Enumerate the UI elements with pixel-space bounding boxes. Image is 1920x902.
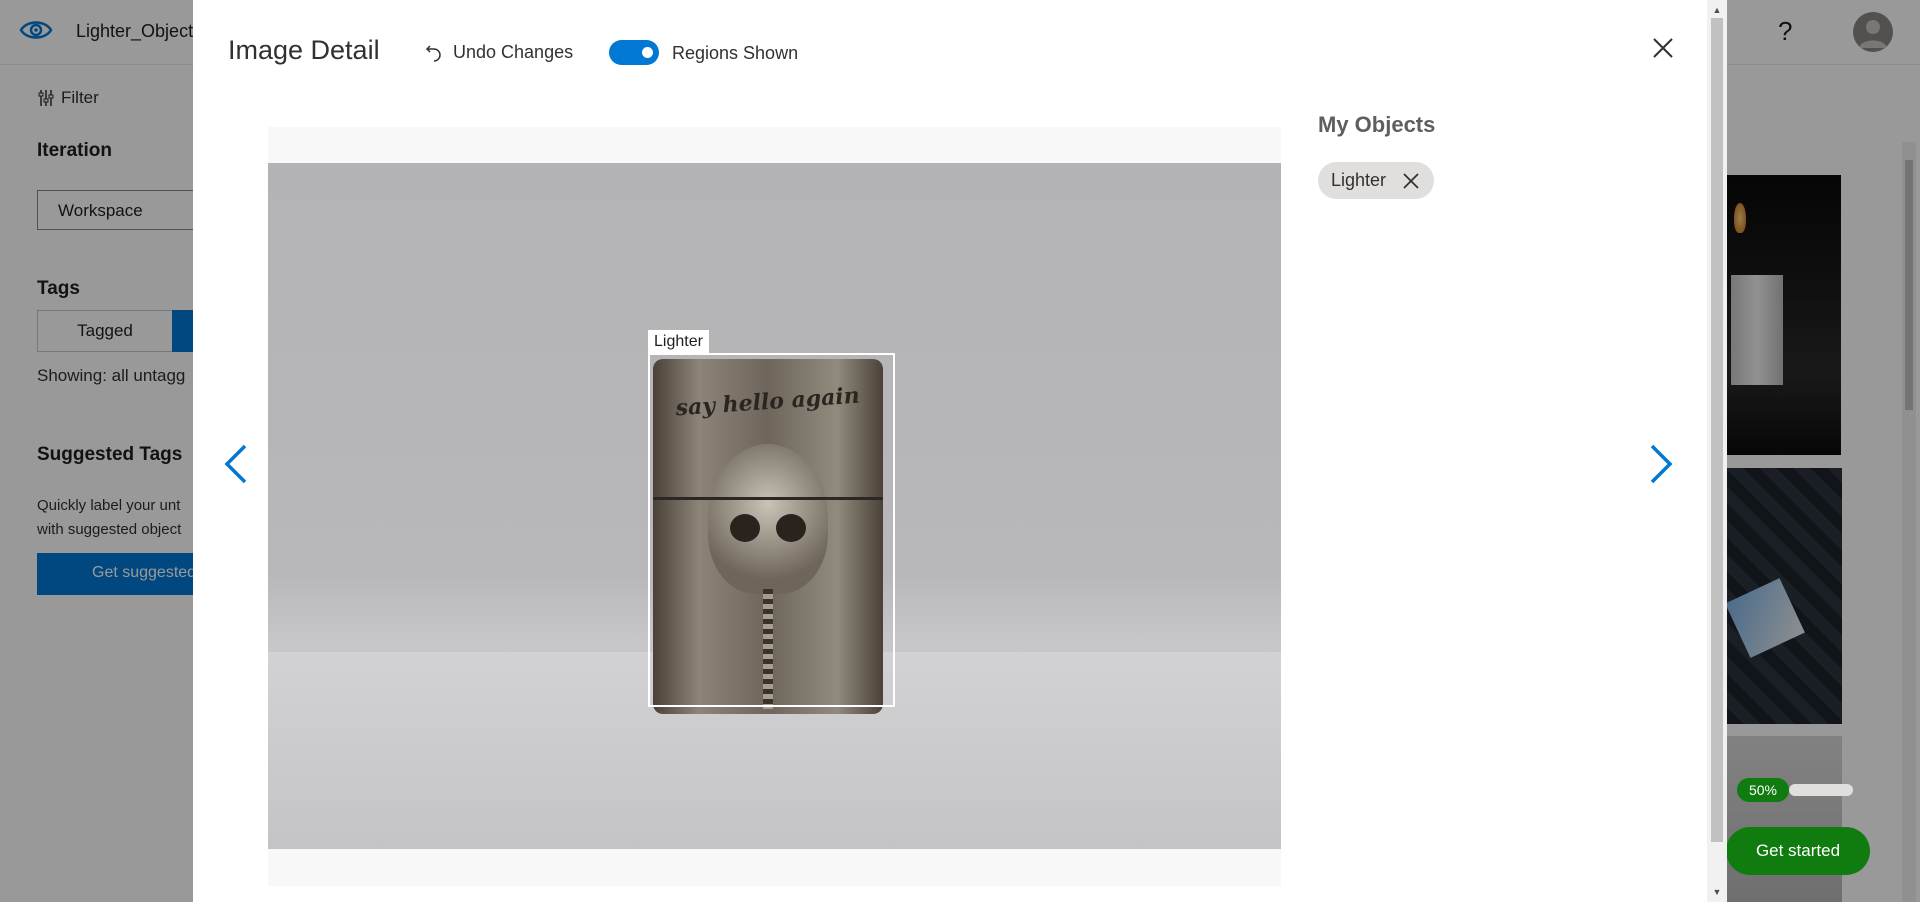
regions-toggle[interactable] bbox=[609, 40, 659, 65]
undo-changes-label: Undo Changes bbox=[453, 42, 574, 62]
get-started-button[interactable]: Get started bbox=[1726, 827, 1870, 875]
chevron-left-icon[interactable] bbox=[223, 442, 249, 486]
toggle-knob bbox=[642, 47, 653, 58]
onboarding-progress-badge: 50% bbox=[1737, 778, 1789, 802]
image-canvas: say hello again Lighter bbox=[268, 127, 1281, 886]
chevron-right-icon[interactable] bbox=[1648, 442, 1674, 486]
undo-changes-button[interactable]: Undo Changes bbox=[425, 42, 573, 63]
region-bounding-box[interactable] bbox=[648, 353, 895, 707]
scroll-down-icon[interactable]: ▼ bbox=[1707, 884, 1727, 900]
close-icon[interactable] bbox=[1648, 33, 1678, 63]
remove-tag-icon[interactable] bbox=[1402, 172, 1420, 190]
modal-title: Image Detail bbox=[228, 35, 380, 65]
object-tag-label: Lighter bbox=[1331, 170, 1387, 190]
onboarding-progress-bar bbox=[1789, 784, 1853, 796]
regions-toggle-label: Regions Shown bbox=[672, 43, 799, 63]
object-tag-chip[interactable]: Lighter bbox=[1318, 162, 1435, 199]
scrollbar-thumb[interactable] bbox=[1711, 18, 1723, 842]
modal-scrollbar[interactable]: ▲ ▼ bbox=[1707, 0, 1727, 902]
image-detail-modal: Image Detail Undo Changes Regions Shown … bbox=[193, 0, 1727, 902]
my-objects-heading: My Objects bbox=[1318, 112, 1436, 137]
region-label[interactable]: Lighter bbox=[648, 330, 709, 353]
undo-icon bbox=[425, 44, 441, 62]
scroll-up-icon[interactable]: ▲ bbox=[1707, 2, 1727, 18]
image-photo[interactable]: say hello again Lighter bbox=[268, 163, 1281, 849]
